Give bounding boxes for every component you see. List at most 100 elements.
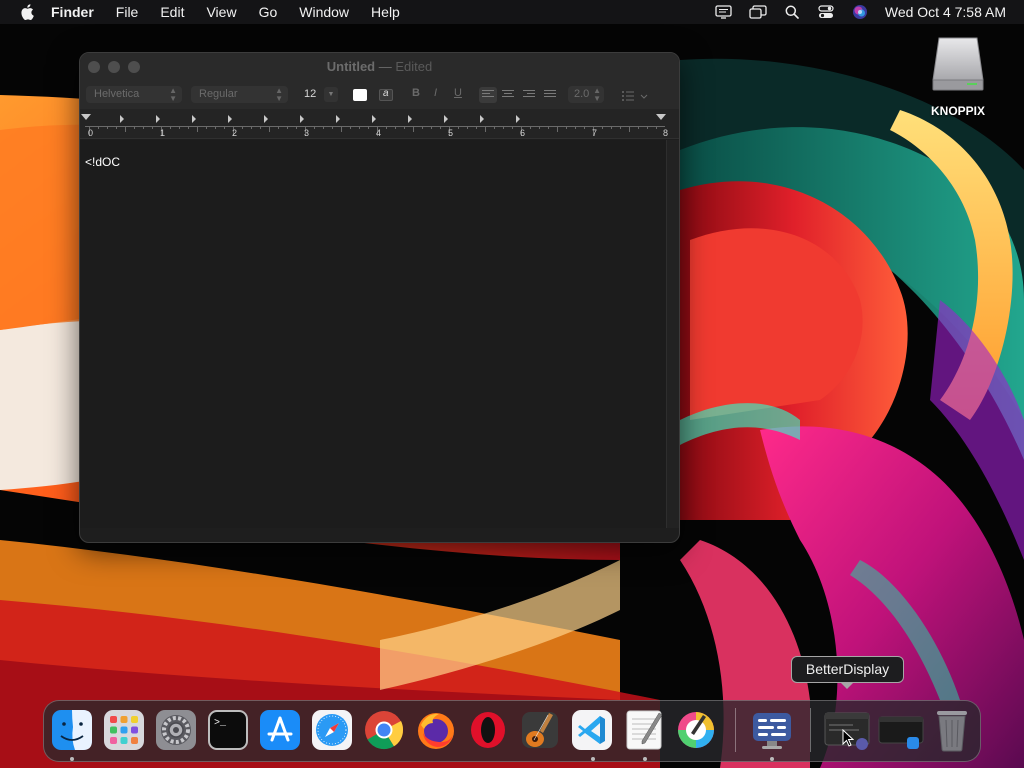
ruler-tick bbox=[638, 126, 639, 129]
ruler-tick bbox=[107, 126, 108, 129]
siri-icon[interactable] bbox=[849, 0, 871, 24]
right-margin-marker[interactable] bbox=[656, 114, 666, 120]
tab-stop-marker[interactable] bbox=[336, 115, 340, 123]
ruler-tick bbox=[503, 126, 504, 129]
tab-stop-marker[interactable] bbox=[480, 115, 484, 123]
menu-view[interactable]: View bbox=[206, 4, 236, 20]
dock-tooltip: BetterDisplay bbox=[791, 656, 904, 683]
tab-stop-marker[interactable] bbox=[444, 115, 448, 123]
line-spacing-value: 2.0 bbox=[574, 88, 590, 100]
tab-stop-marker[interactable] bbox=[408, 115, 412, 123]
ruler-tick bbox=[539, 126, 540, 129]
document-text-area[interactable]: <!dOC bbox=[80, 140, 666, 528]
dock-safari-icon[interactable] bbox=[311, 709, 355, 753]
ruler-tick bbox=[413, 126, 414, 132]
align-justify-button[interactable] bbox=[544, 90, 556, 100]
popup-arrows-icon: ▲ ▼ bbox=[275, 86, 283, 103]
dock-color-picker-icon[interactable] bbox=[675, 709, 719, 753]
align-left-button[interactable] bbox=[479, 87, 497, 103]
ruler-number: 5 bbox=[448, 128, 454, 138]
dock-minimized-window-thumbnail[interactable] bbox=[877, 711, 925, 755]
control-center-icon[interactable] bbox=[815, 0, 837, 24]
search-icon[interactable] bbox=[781, 0, 803, 24]
font-family-popup[interactable]: Helvetica ▲ ▼ bbox=[86, 86, 182, 103]
dock-opera-icon[interactable] bbox=[467, 709, 511, 753]
list-bullets-popup[interactable] bbox=[621, 89, 651, 101]
menu-help[interactable]: Help bbox=[371, 4, 400, 20]
dock-app-store-icon[interactable] bbox=[259, 709, 303, 753]
italic-button[interactable]: I bbox=[434, 87, 437, 99]
dock-firefox-icon[interactable] bbox=[415, 709, 459, 753]
ruler-tick bbox=[188, 126, 189, 129]
dock-textedit-icon[interactable] bbox=[623, 709, 667, 753]
vertical-scrollbar[interactable] bbox=[666, 140, 679, 528]
ruler-tick bbox=[242, 126, 243, 129]
drive-label: KNOPPIX bbox=[930, 104, 985, 118]
ruler-tick bbox=[260, 126, 261, 129]
menu-file[interactable]: File bbox=[116, 4, 139, 20]
tab-stop-marker[interactable] bbox=[156, 115, 160, 123]
highlight-color-well[interactable]: a bbox=[379, 88, 393, 101]
align-right-button[interactable] bbox=[523, 90, 535, 100]
font-size-combobox[interactable]: 12 ▼ bbox=[298, 86, 338, 103]
chevron-down-icon[interactable]: ▼ bbox=[324, 87, 338, 102]
dock-betterdisplay-icon[interactable] bbox=[751, 709, 795, 753]
ruler-tick bbox=[629, 126, 630, 132]
window-titlebar[interactable]: Untitled — Edited bbox=[80, 53, 679, 81]
dock-launchpad-icon[interactable] bbox=[103, 709, 147, 753]
tab-stop-marker[interactable] bbox=[372, 115, 376, 123]
tab-stop-marker[interactable] bbox=[516, 115, 520, 123]
line-spacing-popup[interactable]: 2.0 ▲ ▼ bbox=[568, 86, 604, 103]
ruler-tick bbox=[314, 126, 315, 129]
menu-edit[interactable]: Edit bbox=[160, 4, 184, 20]
screen-mirroring-icon[interactable] bbox=[747, 0, 769, 24]
first-indent-marker[interactable] bbox=[81, 114, 91, 120]
tab-stop-marker[interactable] bbox=[300, 115, 304, 123]
align-center-button[interactable] bbox=[502, 90, 514, 100]
apple-menu-icon[interactable] bbox=[17, 0, 37, 24]
dock-terminal-icon[interactable]: >_ bbox=[207, 709, 251, 753]
dock-system-settings-icon[interactable] bbox=[155, 709, 199, 753]
dock-chrome-icon[interactable] bbox=[363, 709, 407, 753]
dock-vscode-icon[interactable] bbox=[571, 709, 615, 753]
tab-stop-marker[interactable] bbox=[192, 115, 196, 123]
ruler-tick bbox=[251, 126, 252, 129]
ruler-tick bbox=[296, 126, 297, 129]
ruler-tick bbox=[386, 126, 387, 129]
tab-stop-marker[interactable] bbox=[264, 115, 268, 123]
text-color-well[interactable] bbox=[353, 89, 367, 101]
ruler-number: 8 bbox=[663, 128, 669, 138]
desktop-drive[interactable]: KNOPPIX bbox=[926, 36, 990, 118]
document-text[interactable]: <!dOC bbox=[85, 155, 120, 169]
menu-window[interactable]: Window bbox=[299, 4, 349, 20]
ruler-baseline bbox=[85, 126, 665, 127]
dock-running-indicator bbox=[643, 757, 647, 761]
font-family-value: Helvetica bbox=[94, 88, 140, 100]
ruler-tick bbox=[98, 126, 99, 129]
tab-stop-marker[interactable] bbox=[120, 115, 124, 123]
highlight-a-icon: a bbox=[383, 88, 389, 99]
dock-trash-icon[interactable] bbox=[931, 707, 975, 752]
tooltip-arrow bbox=[840, 682, 854, 689]
dock-running-indicator bbox=[70, 757, 74, 761]
menu-go[interactable]: Go bbox=[259, 4, 278, 20]
underline-button[interactable]: U bbox=[454, 87, 462, 99]
ruler[interactable]: 0 1 2 3 4 5 6 7 8 bbox=[80, 109, 679, 139]
font-style-popup[interactable]: Regular ▲ ▼ bbox=[191, 86, 288, 103]
ruler-tick bbox=[656, 126, 657, 129]
format-toolbar: Helvetica ▲ ▼ Regular ▲ ▼ 12 ▼ a B I U 2.0… bbox=[80, 81, 679, 109]
dock-finder-icon[interactable] bbox=[51, 709, 95, 753]
list-icon bbox=[622, 91, 648, 101]
document-status: Edited bbox=[395, 59, 433, 74]
ruler-tick bbox=[548, 126, 549, 129]
display-icon[interactable] bbox=[713, 0, 735, 24]
dock-garageband-icon[interactable] bbox=[519, 709, 563, 753]
bold-button[interactable]: B bbox=[412, 87, 420, 99]
menu-app-name[interactable]: Finder bbox=[51, 4, 94, 20]
popup-arrows-icon: ▲ ▼ bbox=[593, 86, 601, 103]
menu-clock[interactable]: Wed Oct 4 7:58 AM bbox=[885, 4, 1006, 20]
dock-running-indicator bbox=[591, 757, 595, 761]
tab-stop-marker[interactable] bbox=[228, 115, 232, 123]
ruler-tick bbox=[476, 126, 477, 129]
ruler-tick bbox=[530, 126, 531, 129]
